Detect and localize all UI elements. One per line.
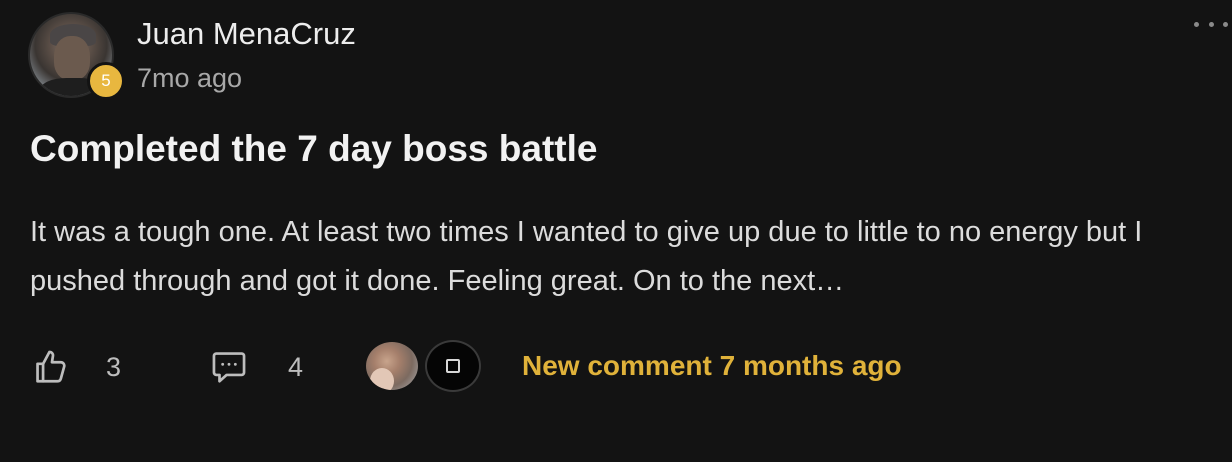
commenter-logo-icon — [446, 359, 460, 373]
recent-commenters[interactable] — [364, 340, 481, 392]
thumbs-up-icon — [36, 350, 66, 383]
commenter-avatar[interactable] — [425, 340, 481, 392]
post-body[interactable]: It was a tough one. At least two times I… — [30, 208, 1190, 306]
more-dot — [1208, 21, 1214, 27]
post-timestamp[interactable]: 7mo ago — [137, 63, 242, 94]
more-dot — [1194, 21, 1199, 27]
commenter-photo-detail — [370, 368, 394, 390]
level-badge: 5 — [87, 62, 125, 100]
like-button[interactable] — [32, 348, 70, 386]
author-name[interactable]: Juan MenaCruz — [137, 16, 356, 52]
author-avatar-wrap[interactable]: 5 — [28, 12, 125, 100]
comment-bubble-icon — [212, 352, 246, 383]
comment-button[interactable] — [210, 348, 248, 386]
new-comment-link[interactable]: New comment 7 months ago — [522, 350, 902, 382]
commenter-avatar[interactable] — [364, 340, 420, 392]
post-title[interactable]: Completed the 7 day boss battle — [30, 128, 597, 170]
avatar-face — [54, 36, 90, 80]
more-options-icon[interactable] — [1194, 14, 1228, 34]
comment-count: 4 — [288, 352, 304, 382]
like-count: 3 — [106, 352, 122, 382]
post-card: 5 Juan MenaCruz 7mo ago Completed the 7 … — [0, 0, 1232, 462]
more-dot — [1223, 21, 1228, 27]
